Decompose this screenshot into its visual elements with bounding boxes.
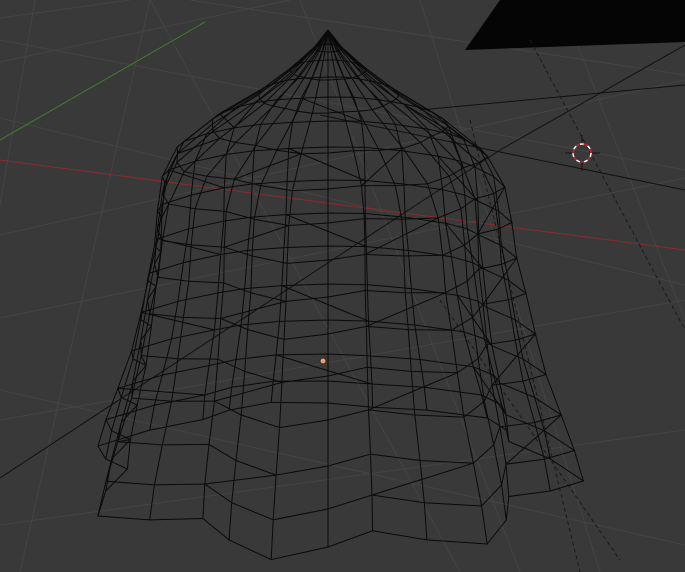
camera-frame-wedge — [465, 0, 685, 50]
viewport-background — [0, 0, 685, 572]
3d-viewport[interactable] — [0, 0, 685, 572]
object-origin-icon[interactable] — [319, 357, 327, 365]
viewport-canvas[interactable] — [0, 0, 685, 572]
